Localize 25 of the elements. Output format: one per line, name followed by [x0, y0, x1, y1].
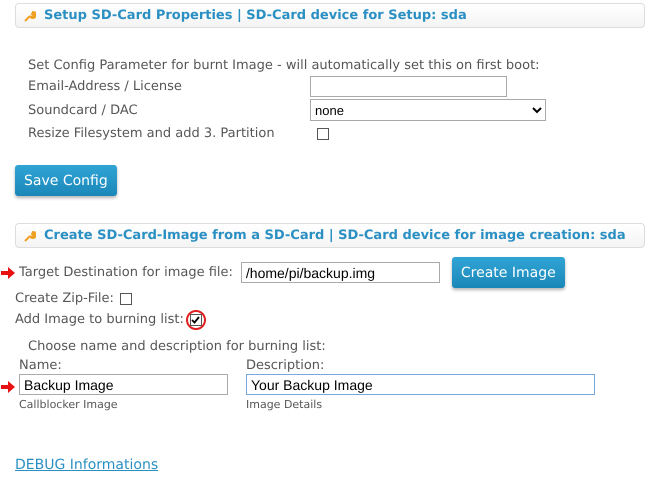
wrench-icon — [24, 230, 36, 242]
checkbox-label: Add Image to burning list: — [15, 311, 184, 329]
checkbox-label: Create Zip-File: — [15, 290, 114, 308]
checkbox[interactable] — [120, 292, 132, 304]
target-path-field[interactable]: /home/pi/backup.img — [240, 262, 440, 283]
section-title: Create SD-Card-Image from a SD-Card | SD-Card device for image creation: sda — [44, 228, 626, 243]
intro-text: Set Config Parameter for burnt Image - will automatically set this on first boot: — [28, 57, 541, 75]
field-hint: Callblocker Image — [19, 397, 119, 411]
field-label: Name: — [19, 357, 63, 374]
email-field[interactable] — [310, 76, 507, 97]
section-title: Setup SD-Card Properties | SD-Card device for Setup: sda — [44, 8, 467, 23]
debug-link[interactable]: DEBUG Informations — [15, 457, 158, 473]
wrench-icon — [24, 10, 36, 22]
field-label: Soundcard / DAC — [28, 102, 139, 120]
checkbox[interactable] — [317, 128, 329, 140]
field-hint: Image Details — [246, 397, 324, 411]
field-label: Resize Filesystem and add 3. Partition — [28, 125, 276, 143]
field-label: Target Destination for image file: — [19, 264, 233, 282]
instruction-text: Choose name and description for burning list: — [27, 338, 327, 356]
checkbox[interactable] — [190, 314, 202, 326]
field-label: Description: — [246, 357, 326, 374]
description-field[interactable]: Your Backup Image — [246, 374, 595, 395]
soundcard-select[interactable]: none — [310, 99, 546, 121]
name-field[interactable]: Backup Image — [19, 374, 228, 395]
field-label: Email-Address / License — [28, 78, 183, 96]
